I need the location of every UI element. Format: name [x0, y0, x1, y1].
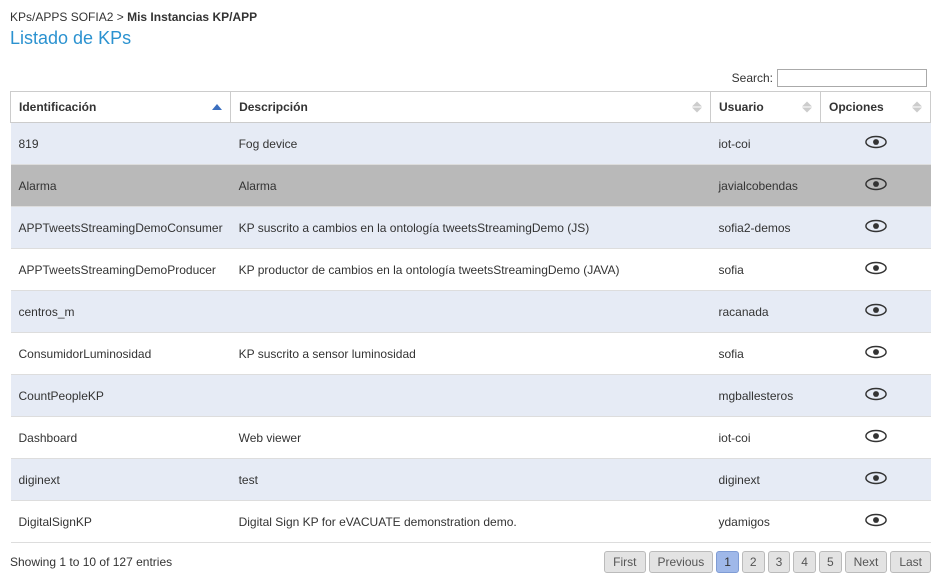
cell-opt [821, 501, 931, 543]
kp-table: Identificación Descripción Usuario [10, 91, 931, 543]
table-row[interactable]: 819Fog deviceiot-coi [11, 123, 931, 165]
cell-desc: Digital Sign KP for eVACUATE demonstrati… [231, 501, 711, 543]
view-icon[interactable] [865, 180, 887, 194]
sort-icon [692, 102, 702, 113]
cell-opt [821, 165, 931, 207]
cell-desc: Web viewer [231, 417, 711, 459]
cell-id: ConsumidorLuminosidad [11, 333, 231, 375]
col-header-user-label: Usuario [719, 100, 764, 114]
view-icon[interactable] [865, 348, 887, 362]
view-icon[interactable] [865, 222, 887, 236]
col-header-opt[interactable]: Opciones [821, 92, 931, 123]
cell-opt [821, 249, 931, 291]
table-row[interactable]: AlarmaAlarmajavialcobendas [11, 165, 931, 207]
cell-opt [821, 375, 931, 417]
table-info: Showing 1 to 10 of 127 entries [10, 555, 172, 569]
pager-first[interactable]: First [604, 551, 645, 573]
pager-page-5[interactable]: 5 [819, 551, 842, 573]
pager-page-4[interactable]: 4 [793, 551, 816, 573]
table-row[interactable]: DashboardWeb vieweriot-coi [11, 417, 931, 459]
cell-desc: test [231, 459, 711, 501]
cell-desc: KP suscrito a sensor luminosidad [231, 333, 711, 375]
sort-icon [912, 102, 922, 113]
view-icon[interactable] [865, 474, 887, 488]
col-header-id-label: Identificación [19, 100, 96, 114]
cell-id: CountPeopleKP [11, 375, 231, 417]
search-row: Search: [10, 69, 931, 87]
breadcrumb-parent[interactable]: KPs/APPS SOFIA2 [10, 10, 113, 24]
pager-page-1[interactable]: 1 [716, 551, 739, 573]
pager-next[interactable]: Next [845, 551, 888, 573]
col-header-desc[interactable]: Descripción [231, 92, 711, 123]
pager: First Previous 12345 Next Last [604, 551, 931, 573]
table-row[interactable]: APPTweetsStreamingDemoProducerKP product… [11, 249, 931, 291]
col-header-id[interactable]: Identificación [11, 92, 231, 123]
cell-user: javialcobendas [711, 165, 821, 207]
sort-asc-icon [212, 104, 222, 110]
cell-opt [821, 459, 931, 501]
breadcrumb-current: Mis Instancias KP/APP [127, 10, 257, 24]
cell-user: sofia2-demos [711, 207, 821, 249]
cell-id: 819 [11, 123, 231, 165]
search-label: Search: [732, 71, 773, 85]
cell-desc: Fog device [231, 123, 711, 165]
pager-last[interactable]: Last [890, 551, 931, 573]
cell-id: APPTweetsStreamingDemoProducer [11, 249, 231, 291]
cell-desc [231, 291, 711, 333]
cell-desc: KP suscrito a cambios en la ontología tw… [231, 207, 711, 249]
cell-opt [821, 123, 931, 165]
cell-opt [821, 207, 931, 249]
pager-page-3[interactable]: 3 [768, 551, 791, 573]
breadcrumb-sep: > [117, 10, 124, 24]
table-row[interactable]: ConsumidorLuminosidadKP suscrito a senso… [11, 333, 931, 375]
breadcrumb: KPs/APPS SOFIA2 > Mis Instancias KP/APP [10, 10, 931, 24]
cell-id: APPTweetsStreamingDemoConsumer [11, 207, 231, 249]
view-icon[interactable] [865, 306, 887, 320]
cell-user: ydamigos [711, 501, 821, 543]
col-header-user[interactable]: Usuario [711, 92, 821, 123]
cell-user: iot-coi [711, 417, 821, 459]
cell-opt [821, 291, 931, 333]
view-icon[interactable] [865, 432, 887, 446]
cell-opt [821, 417, 931, 459]
cell-desc: KP productor de cambios en la ontología … [231, 249, 711, 291]
cell-user: iot-coi [711, 123, 821, 165]
sort-icon [802, 102, 812, 113]
cell-user: racanada [711, 291, 821, 333]
cell-id: Alarma [11, 165, 231, 207]
page-title: Listado de KPs [10, 28, 931, 49]
view-icon[interactable] [865, 264, 887, 278]
cell-user: mgballesteros [711, 375, 821, 417]
cell-user: sofia [711, 249, 821, 291]
cell-desc: Alarma [231, 165, 711, 207]
pager-page-2[interactable]: 2 [742, 551, 765, 573]
table-row[interactable]: DigitalSignKPDigital Sign KP for eVACUAT… [11, 501, 931, 543]
table-footer: Showing 1 to 10 of 127 entries First Pre… [10, 551, 931, 573]
table-row[interactable]: CountPeopleKP mgballesteros [11, 375, 931, 417]
cell-desc [231, 375, 711, 417]
table-row[interactable]: diginexttestdiginext [11, 459, 931, 501]
cell-id: diginext [11, 459, 231, 501]
table-row[interactable]: centros_m racanada [11, 291, 931, 333]
col-header-desc-label: Descripción [239, 100, 308, 114]
cell-user: diginext [711, 459, 821, 501]
cell-user: sofia [711, 333, 821, 375]
cell-id: Dashboard [11, 417, 231, 459]
search-input[interactable] [777, 69, 927, 87]
table-row[interactable]: APPTweetsStreamingDemoConsumerKP suscrit… [11, 207, 931, 249]
cell-id: DigitalSignKP [11, 501, 231, 543]
view-icon[interactable] [865, 390, 887, 404]
cell-opt [821, 333, 931, 375]
cell-id: centros_m [11, 291, 231, 333]
view-icon[interactable] [865, 138, 887, 152]
col-header-opt-label: Opciones [829, 100, 884, 114]
pager-previous[interactable]: Previous [649, 551, 714, 573]
